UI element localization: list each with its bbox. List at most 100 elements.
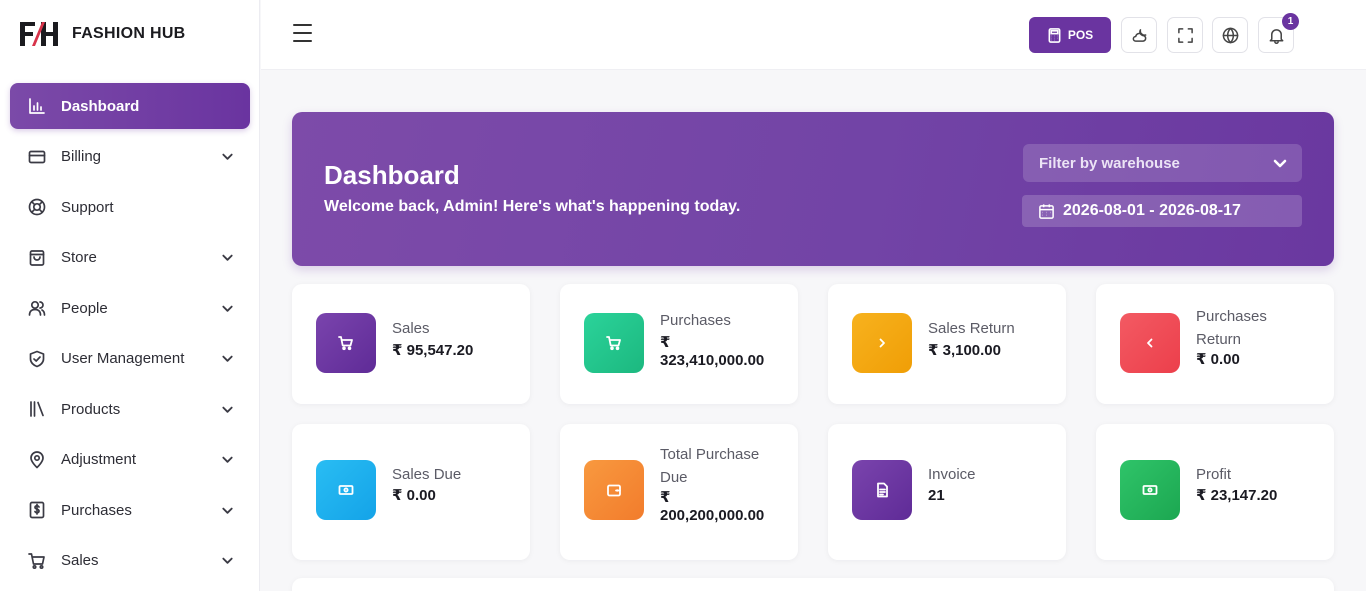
stat-value-currency: ₹ [660, 334, 671, 351]
shopping-bag-icon [28, 249, 46, 267]
fashion-hub-logo [20, 22, 58, 46]
credit-card-icon [28, 148, 46, 166]
sidebar-item-label: Dashboard [61, 97, 140, 115]
dashboard-banner: Dashboard Welcome back, Admin! Here's wh… [292, 112, 1334, 266]
library-icon [28, 400, 46, 418]
bell-icon [1269, 28, 1283, 44]
stat-value: ₹ 3,100.00 [928, 342, 1001, 359]
sidebar-item-label: People [61, 299, 108, 317]
sidebar-item-label: User Management [61, 350, 185, 367]
next-section-card [292, 578, 1334, 591]
warehouse-filter-placeholder: Filter by warehouse [1039, 154, 1180, 172]
brand[interactable]: FASHION HUB [18, 19, 186, 49]
sidebar-item-label: Adjustment [61, 451, 137, 468]
wallet-icon [584, 460, 644, 520]
sidebar-item-label: Sales [61, 552, 99, 569]
map-pin-icon [28, 450, 46, 469]
pos-button[interactable]: POS [1029, 17, 1111, 53]
stat-card-sales[interactable]: Sales ₹ 95,547.20 [292, 284, 530, 404]
sidebar-item-label: Products [61, 400, 121, 418]
chevron-right-icon [852, 313, 912, 373]
stat-value: ₹ 95,547.20 [392, 342, 474, 359]
stat-card-total-purchase-due[interactable]: Total Purchase Due ₹ 200,200,000.00 [560, 424, 798, 560]
chevron-down-icon [220, 251, 234, 265]
cart-icon [316, 313, 376, 373]
sidebar-item-label: Support [61, 198, 114, 216]
cash-icon [1120, 460, 1180, 520]
date-range-value: 2026-08-01 - 2026-08-17 [1063, 202, 1241, 219]
stat-label-line2: Due [660, 469, 688, 486]
chevron-down-icon [220, 352, 234, 366]
stat-value-currency: ₹ [660, 489, 671, 506]
document-icon [852, 460, 912, 520]
stat-value: 200,200,000.00 [660, 507, 765, 524]
calendar-icon [1039, 203, 1054, 219]
weather-icon [1132, 28, 1146, 42]
sidebar-item-billing[interactable]: Billing [10, 134, 250, 180]
brand-name: FASHION HUB [72, 25, 186, 42]
dollar-receipt-icon [28, 501, 46, 519]
chevron-down-icon [220, 150, 234, 164]
stat-value: 323,410,000.00 [660, 352, 765, 369]
sidebar-item-label: Store [61, 249, 97, 266]
shopping-cart-icon [28, 552, 46, 570]
fullscreen-button[interactable] [1167, 17, 1203, 53]
stat-label: Profit [1196, 466, 1232, 483]
warehouse-filter-select[interactable]: Filter by warehouse [1023, 144, 1302, 182]
theme-toggle-button[interactable] [1121, 17, 1157, 53]
chevron-down-icon [220, 453, 234, 467]
cash-icon [316, 460, 376, 520]
page-title: Dashboard [324, 160, 460, 190]
stat-label: Invoice [928, 466, 976, 483]
chevron-left-icon [1120, 313, 1180, 373]
welcome-message: Welcome back, Admin! Here's what's happe… [324, 198, 741, 215]
fullscreen-icon [1177, 27, 1193, 43]
globe-icon [1222, 27, 1238, 43]
chevron-down-icon [220, 554, 234, 568]
stat-value: ₹ 0.00 [1196, 351, 1240, 368]
stat-value: 21 [928, 487, 945, 504]
stat-card-purchases[interactable]: Purchases ₹ 323,410,000.00 [560, 284, 798, 404]
stat-label: Purchases [660, 312, 731, 329]
stat-label: Sales Due [392, 466, 462, 483]
chevron-down-icon [220, 301, 234, 315]
sidebar: FASHION HUB Dashboard Billing Support St… [0, 0, 260, 591]
pos-button-label: POS [1067, 28, 1094, 42]
bar-chart-icon [28, 97, 46, 115]
menu-toggle-icon[interactable] [293, 24, 313, 44]
top-header: POS [261, 0, 1366, 70]
stat-card-sales-return[interactable]: Sales Return ₹ 3,100.00 [828, 284, 1066, 404]
date-range-picker[interactable]: 2026-08-01 - 2026-08-17 [1022, 195, 1302, 227]
users-icon [28, 299, 46, 317]
language-button[interactable] [1212, 17, 1248, 53]
sidebar-item-people[interactable]: People [10, 285, 250, 331]
sidebar-item-label: Billing [61, 148, 102, 165]
stat-card-invoice[interactable]: Invoice 21 [828, 424, 1066, 560]
sidebar-item-dashboard[interactable]: Dashboard [10, 83, 250, 129]
stat-card-purchases-return[interactable]: Purchases Return ₹ 0.00 [1096, 284, 1334, 404]
stat-value: ₹ 0.00 [392, 487, 436, 504]
sidebar-item-user-management[interactable]: User Management [10, 336, 250, 382]
chevron-down-icon [220, 402, 234, 416]
stat-card-profit[interactable]: Profit ₹ 23,147.20 [1096, 424, 1334, 560]
stat-value: ₹ 23,147.20 [1196, 487, 1278, 504]
sidebar-item-products[interactable]: Products [10, 386, 250, 432]
stat-label: Total Purchase [660, 446, 760, 463]
stat-label: Sales Return [928, 320, 1015, 337]
sidebar-item-sales[interactable]: Sales [10, 538, 250, 584]
sidebar-nav: Dashboard Billing Support Store People U… [10, 83, 250, 588]
calculator-icon [1048, 27, 1061, 43]
chevron-down-icon [220, 503, 234, 517]
stat-label: Sales [392, 320, 430, 337]
sidebar-item-purchases[interactable]: Purchases [10, 487, 250, 533]
sidebar-item-label: Purchases [61, 501, 132, 519]
sidebar-item-support[interactable]: Support [10, 184, 250, 230]
sidebar-item-adjustment[interactable]: Adjustment [10, 437, 250, 483]
chevron-down-icon [1272, 155, 1288, 171]
cart-icon [584, 313, 644, 373]
stat-card-sales-due[interactable]: Sales Due ₹ 0.00 [292, 424, 530, 560]
notification-badge: 1 [1282, 13, 1299, 30]
stat-label: Purchases [1196, 308, 1267, 325]
lifebuoy-icon [28, 198, 46, 216]
sidebar-item-store[interactable]: Store [10, 235, 250, 281]
